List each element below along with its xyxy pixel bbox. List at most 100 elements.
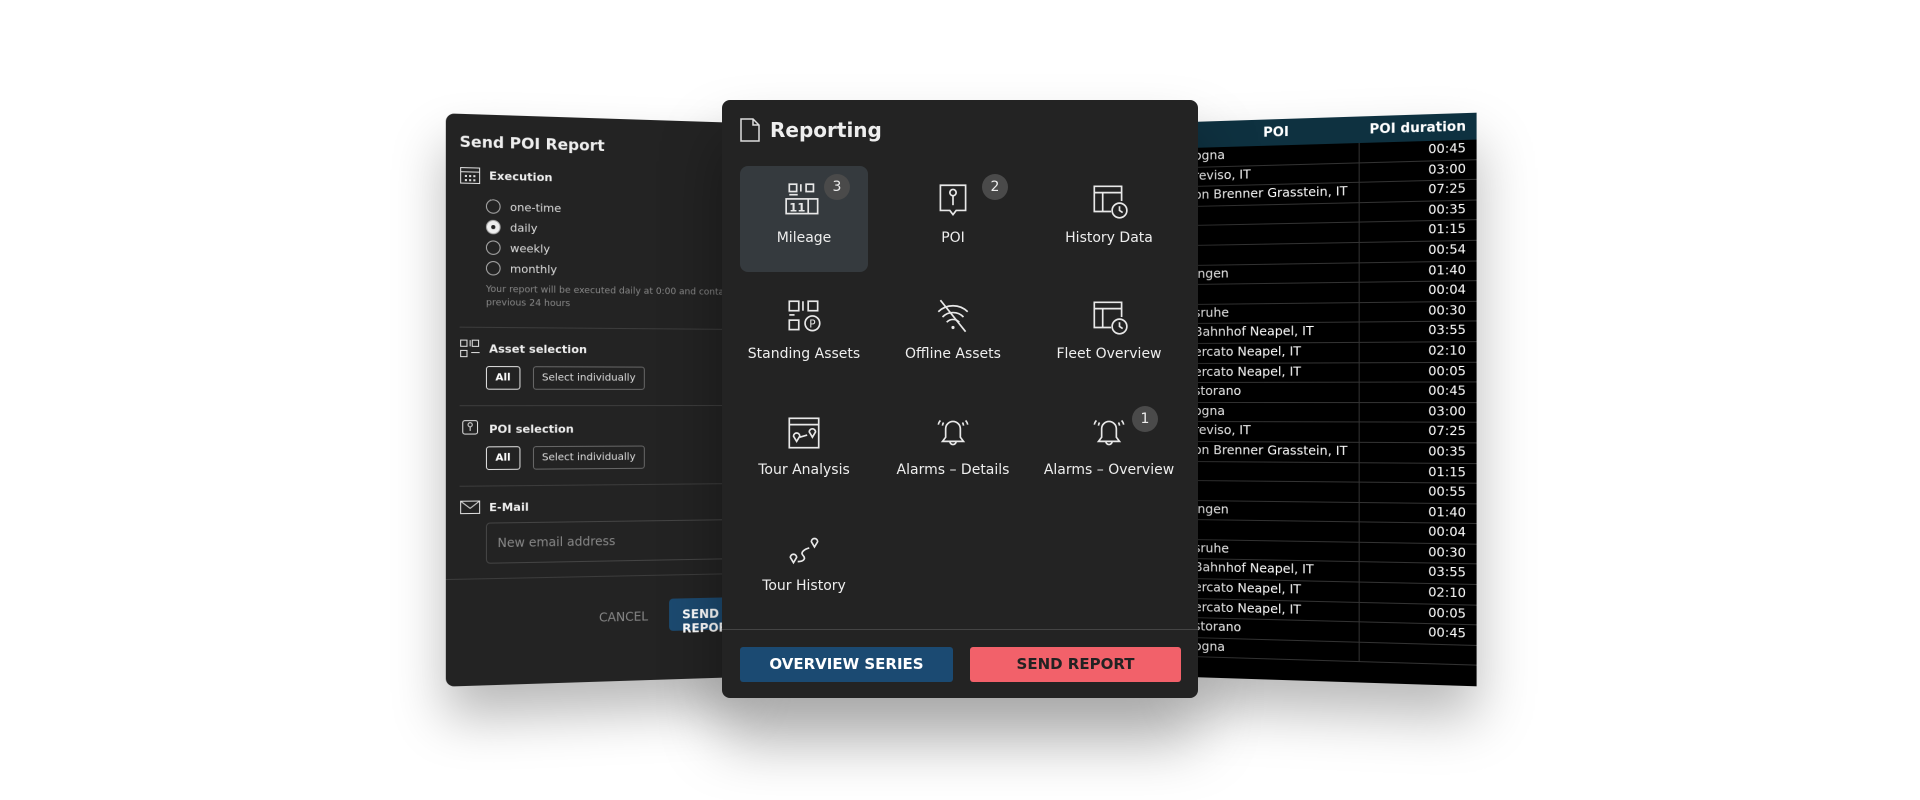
poi-report-table: POI POI duration ogna 00:45 reviso, IT 03:00… bbox=[1190, 113, 1477, 687]
poi-cell: ingen bbox=[1190, 501, 1360, 522]
send-report-button[interactable]: SEND REPORT bbox=[970, 647, 1181, 682]
duration-cell: 03:00 bbox=[1360, 160, 1477, 182]
table-row: 01:15 bbox=[1190, 462, 1477, 484]
duration-cell: 01:15 bbox=[1360, 221, 1477, 242]
email-label: E-Mail bbox=[489, 500, 529, 514]
tile-label: Standing Assets bbox=[748, 346, 860, 362]
tile-label: History Data bbox=[1065, 230, 1153, 246]
table-body: ogna 00:45 reviso, IT 03:00 on Brenner Grass… bbox=[1190, 140, 1477, 667]
poi-icon bbox=[460, 420, 481, 439]
overview-series-button[interactable]: OVERVIEW SERIES bbox=[740, 647, 953, 682]
column-header-duration: POI duration bbox=[1360, 113, 1477, 143]
report-tile-alarms-overview[interactable]: Alarms – Overview 1 bbox=[1038, 398, 1180, 504]
poi-cell: ingen bbox=[1190, 263, 1360, 284]
duration-cell: 01:15 bbox=[1360, 463, 1477, 483]
reporting-panel: Reporting 11 Mileage 3 POI 2 History Data P Sta… bbox=[722, 100, 1198, 698]
poi-cell bbox=[1190, 203, 1360, 225]
table-row: ogna 03:00 bbox=[1190, 403, 1477, 423]
execution-help: Your report will be executed daily at 0:… bbox=[486, 284, 731, 313]
standing-assets-icon: P bbox=[783, 296, 825, 338]
duration-cell: 00:35 bbox=[1360, 200, 1477, 222]
table-row: storano 00:45 bbox=[1190, 383, 1477, 403]
poi-cell bbox=[1190, 481, 1360, 502]
duration-cell: 00:04 bbox=[1360, 281, 1477, 302]
divider bbox=[460, 483, 743, 487]
asset-selection-section: Asset selection bbox=[460, 339, 587, 358]
duration-cell: 00:55 bbox=[1360, 483, 1477, 503]
report-tile-poi[interactable]: POI 2 bbox=[882, 166, 1024, 272]
tile-label: Mileage bbox=[777, 230, 832, 246]
poi-selection-toggle: All Select individually bbox=[486, 446, 645, 471]
poi-cell: ogna bbox=[1190, 638, 1360, 662]
report-tile-alarms-details[interactable]: Alarms – Details bbox=[882, 398, 1024, 504]
table-row: sruhe 00:30 bbox=[1190, 302, 1477, 325]
duration-cell: 02:10 bbox=[1360, 583, 1477, 605]
duration-cell: 00:45 bbox=[1360, 623, 1477, 645]
reporting-header: Reporting bbox=[740, 118, 882, 142]
report-tile-tour-analysis[interactable]: Tour Analysis bbox=[740, 398, 868, 504]
svg-text:P: P bbox=[809, 319, 815, 331]
asset-selection-label: Asset selection bbox=[489, 342, 587, 356]
tile-label: Alarms – Overview bbox=[1044, 462, 1174, 478]
duration-cell: 00:45 bbox=[1360, 383, 1477, 402]
table-row: ercato Neapel, IT 00:05 bbox=[1190, 362, 1477, 383]
tile-label: Tour History bbox=[762, 578, 846, 594]
email-input[interactable]: New email address bbox=[486, 519, 743, 564]
tile-label: Tour Analysis bbox=[758, 462, 850, 478]
poi-cell: ercato Neapel, IT bbox=[1190, 579, 1360, 602]
duration-cell: 00:54 bbox=[1360, 241, 1477, 262]
duration-cell: 02:10 bbox=[1360, 342, 1477, 362]
duration-cell: 00:05 bbox=[1360, 603, 1477, 625]
poi-cell bbox=[1190, 520, 1360, 541]
poi-cell: sruhe bbox=[1190, 540, 1360, 562]
report-tile-standing-assets[interactable]: P Standing Assets bbox=[740, 282, 868, 388]
email-section: E-Mail bbox=[460, 497, 529, 516]
divider bbox=[460, 327, 743, 330]
poi-select-individually-button[interactable]: Select individually bbox=[533, 446, 645, 470]
cancel-button[interactable]: CANCEL bbox=[599, 609, 648, 624]
radio-label: weekly bbox=[510, 241, 550, 255]
duration-cell: 00:45 bbox=[1360, 140, 1477, 162]
duration-cell: 00:04 bbox=[1360, 523, 1477, 544]
wifi-off-icon bbox=[932, 296, 974, 338]
count-badge: 2 bbox=[982, 174, 1008, 200]
document-icon bbox=[740, 118, 760, 142]
asset-all-button[interactable]: All bbox=[486, 366, 520, 390]
bell-icon bbox=[932, 412, 974, 454]
poi-all-button[interactable]: All bbox=[486, 446, 520, 470]
poi-cell bbox=[1190, 462, 1360, 482]
report-tile-history-data[interactable]: History Data bbox=[1038, 166, 1180, 272]
duration-cell: 07:25 bbox=[1360, 423, 1477, 443]
count-badge: 3 bbox=[824, 174, 850, 200]
poi-cell: reviso, IT bbox=[1190, 422, 1360, 441]
radio-monthly[interactable]: monthly bbox=[486, 261, 557, 276]
table-row: on Brenner Grasstein, IT 00:35 bbox=[1190, 442, 1477, 464]
poi-cell: sruhe bbox=[1190, 303, 1360, 323]
radio-label: one-time bbox=[510, 200, 561, 214]
tile-label: Fleet Overview bbox=[1056, 346, 1161, 362]
route-icon bbox=[783, 528, 825, 570]
poi-cell bbox=[1190, 283, 1360, 304]
asset-select-individually-button[interactable]: Select individually bbox=[533, 366, 645, 390]
duration-cell: 03:55 bbox=[1360, 322, 1477, 342]
radio-weekly[interactable]: weekly bbox=[486, 240, 550, 255]
poi-cell: ogna bbox=[1190, 403, 1360, 422]
svg-text:11: 11 bbox=[789, 201, 805, 215]
count-badge: 1 bbox=[1132, 406, 1158, 432]
report-tile-offline-assets[interactable]: Offline Assets bbox=[882, 282, 1024, 388]
send-poi-report-dialog: Send POI Report Execution one-time daily… bbox=[446, 113, 743, 686]
report-tile-fleet-overview[interactable]: Fleet Overview bbox=[1038, 282, 1180, 388]
poi-cell: on Brenner Grasstein, IT bbox=[1190, 442, 1360, 462]
poi-cell bbox=[1190, 223, 1360, 245]
tour-analysis-icon bbox=[783, 412, 825, 454]
radio-one-time[interactable]: one-time bbox=[486, 199, 561, 215]
radio-daily[interactable]: daily bbox=[486, 220, 538, 235]
report-tile-tour-history[interactable]: Tour History bbox=[740, 514, 868, 620]
duration-cell: 03:55 bbox=[1360, 563, 1477, 584]
footer-divider bbox=[446, 573, 743, 580]
tile-label: Offline Assets bbox=[905, 346, 1001, 362]
divider bbox=[460, 405, 743, 406]
report-tile-mileage[interactable]: 11 Mileage 3 bbox=[740, 166, 868, 272]
asset-selection-toggle: All Select individually bbox=[486, 366, 645, 390]
history-data-icon bbox=[1088, 180, 1130, 222]
